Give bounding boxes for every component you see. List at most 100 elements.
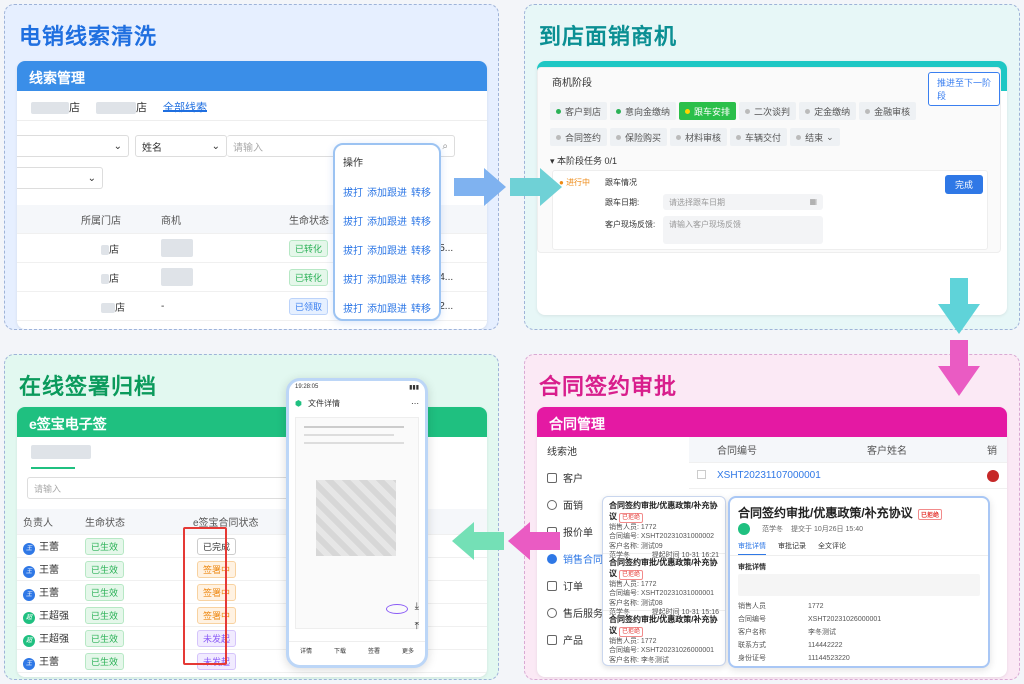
transfer-link[interactable]: 转移 — [411, 242, 431, 257]
calendar-icon: ▦ — [809, 197, 817, 206]
shield-icon: ⬢ — [295, 398, 302, 408]
menu-item-face-sales[interactable]: 面销 — [537, 491, 607, 518]
menu-item-order[interactable]: 订单 — [537, 572, 607, 599]
search-input[interactable]: 请输入 — [27, 477, 297, 499]
op-row: 拔打 添加跟进 转移 — [343, 264, 431, 293]
more-button[interactable]: 更多 — [402, 646, 414, 665]
arrow-down-icon — [938, 278, 980, 396]
stage-step-active[interactable]: 跟车安排 — [679, 102, 737, 120]
tab-store-1[interactable]: 店 — [31, 99, 80, 115]
dial-link[interactable]: 拔打 — [343, 213, 363, 228]
avatar: 王 — [23, 588, 35, 601]
order-icon — [547, 580, 557, 591]
name-field-select[interactable]: 姓名 ⌄ — [135, 135, 227, 157]
filter-select-2[interactable]: ⌄ — [17, 167, 103, 189]
stage-step[interactable]: 金融审核 — [859, 102, 917, 120]
add-followup-link[interactable]: 添加跟进 — [367, 184, 407, 199]
stage-step[interactable]: 二次谈判 — [739, 102, 797, 120]
status-badge: 已转化 — [289, 268, 329, 286]
document-preview — [295, 417, 419, 629]
approval-list: 合同签约审批/优惠政策/补充协议 已拒绝 销售人员: 1772 合同编号: XSH… — [602, 496, 726, 666]
dial-link[interactable]: 拔打 — [343, 300, 363, 315]
approval-detail: 合同签约审批/优惠政策/补充协议 已拒绝 范学冬 提交于 10月26日 15:4… — [728, 496, 990, 668]
detail-fields: 销售人员 1772 合同编号 XSHT20231026000001 客户名称 李冬测试… — [738, 603, 882, 662]
stage-step[interactable]: 材料审核 — [670, 128, 728, 146]
highlight-frame — [183, 527, 227, 665]
top-icon[interactable]: ⤒ — [415, 621, 419, 632]
avatar — [987, 469, 999, 482]
menu-item-after-sales[interactable]: 售后服务 — [537, 599, 607, 626]
feedback-input[interactable]: 请输入客户现场反馈 — [663, 216, 823, 244]
dial-link[interactable]: 拔打 — [343, 242, 363, 257]
stage-step[interactable]: 车辆交付 — [730, 128, 788, 146]
stage-step[interactable]: 定金缴纳 — [799, 102, 857, 120]
dial-link[interactable]: 拔打 — [343, 271, 363, 286]
avatar — [738, 523, 750, 535]
chevron-down-icon: ⌄ — [87, 172, 96, 184]
filter-select[interactable]: ⌄ — [17, 135, 129, 157]
section-title: 在线签署归档 — [19, 374, 158, 399]
bottom-bar: 详情 下载 签署 更多 — [289, 641, 425, 665]
avatar: 超 — [23, 611, 35, 624]
tab-approval-detail[interactable]: 审批详情 — [738, 541, 766, 555]
next-stage-button[interactable]: 推进至下一阶段 — [928, 72, 1000, 106]
add-followup-link[interactable]: 添加跟进 — [367, 213, 407, 228]
list-item[interactable]: 合同签约审批/优惠政策/补充协议 已拒绝 销售人员: 1772 合同编号: XSH… — [603, 497, 725, 559]
transfer-link[interactable]: 转移 — [411, 300, 431, 315]
transfer-link[interactable]: 转移 — [411, 213, 431, 228]
op-row: 拔打 添加跟进 转移 — [343, 235, 431, 264]
customer-icon — [547, 472, 557, 483]
contract-link[interactable]: XSHT20231107000001 — [717, 470, 987, 481]
op-row: 拔打 添加跟进 转移 — [343, 177, 431, 206]
chevron-down-icon: ⌄ — [113, 140, 122, 152]
operations-popover: 操作 拔打 添加跟进 转移 拔打 添加跟进 转移 拔打 添加跟进 转移 拔打 添加跟进 转移 拔… — [333, 143, 441, 321]
card-header: 合同管理 — [537, 407, 1007, 437]
op-row: 拔打 添加跟进 转移 — [343, 293, 431, 322]
chevron-down-icon: ⌄ — [826, 131, 834, 142]
sign-button[interactable]: 签署 — [368, 646, 380, 665]
tab-all-leads[interactable]: 全部线索 — [163, 99, 207, 114]
detail-button[interactable]: 详情 — [300, 646, 312, 665]
stage-step[interactable]: 合同签约 — [550, 128, 608, 146]
complete-button[interactable]: 完成 — [945, 175, 984, 194]
date-picker[interactable]: 请选择跟车日期 ▦ — [663, 194, 823, 210]
card-header: 线索管理 — [17, 61, 487, 91]
transfer-link[interactable]: 转移 — [411, 184, 431, 199]
stage-step[interactable]: 意向金缴纳 — [610, 102, 677, 120]
add-followup-link[interactable]: 添加跟进 — [367, 242, 407, 257]
avatar: 超 — [23, 634, 35, 647]
section-title: 电销线索清洗 — [19, 24, 158, 49]
arrow-left-icon — [452, 522, 560, 560]
transfer-link[interactable]: 转移 — [411, 271, 431, 286]
table-row[interactable]: XSHT20231107000001 — [689, 463, 1007, 489]
list-item[interactable]: 合同签约审批/优惠政策/补充协议 已拒绝 销售人员: 1772 合同编号: XSH… — [603, 611, 725, 665]
stage-step[interactable]: 结束 ⌄ — [790, 128, 840, 146]
add-followup-link[interactable]: 添加跟进 — [367, 300, 407, 315]
op-row: 拔打 添加跟进 转移 — [343, 206, 431, 235]
dial-link[interactable]: 拔打 — [343, 184, 363, 199]
more-icon[interactable]: ⋯ — [411, 399, 419, 408]
status-badge: 已转化 — [289, 239, 329, 257]
menu-item-product[interactable]: 产品 — [537, 626, 607, 653]
caret-down-icon: ▾ — [550, 156, 555, 166]
menu-item-customer[interactable]: 客户 — [537, 464, 607, 491]
task-card: ● 进行中 跟车情况 完成 跟车日期: 请选择跟车日期 ▦ 客户现场反馈: 请输入… — [552, 170, 988, 250]
heart-icon — [547, 607, 557, 618]
section-title: 合同签约审批 — [539, 374, 678, 399]
stage-step[interactable]: 保险购买 — [610, 128, 668, 146]
menu-item-lead-pool[interactable]: 线索池 — [537, 437, 607, 464]
tab-approval-record[interactable]: 审批记录 — [778, 541, 806, 555]
checkbox[interactable] — [697, 469, 706, 479]
tab-store-2[interactable]: 店 — [96, 99, 147, 115]
status-badge: 已领取 — [289, 297, 329, 315]
avatar: 王 — [23, 565, 35, 578]
mobile-preview: 19:28:05 ▮▮▮ ⬢ 文件详情 ⋯ ⤓ ⤒ 详情 下载 签署 更多 — [286, 378, 428, 668]
section-title: 到店面销商机 — [539, 24, 678, 49]
tab-comments[interactable]: 全文评论 — [818, 541, 846, 555]
chevron-down-icon: ⌄ — [211, 140, 220, 152]
download-icon[interactable]: ⤓ — [415, 601, 419, 612]
stage-step[interactable]: 客户到店 — [550, 102, 608, 120]
download-button[interactable]: 下载 — [334, 646, 346, 665]
list-item[interactable]: 合同签约审批/优惠政策/补充协议 已拒绝 销售人员: 1772 合同编号: XSH… — [603, 554, 725, 616]
add-followup-link[interactable]: 添加跟进 — [367, 271, 407, 286]
